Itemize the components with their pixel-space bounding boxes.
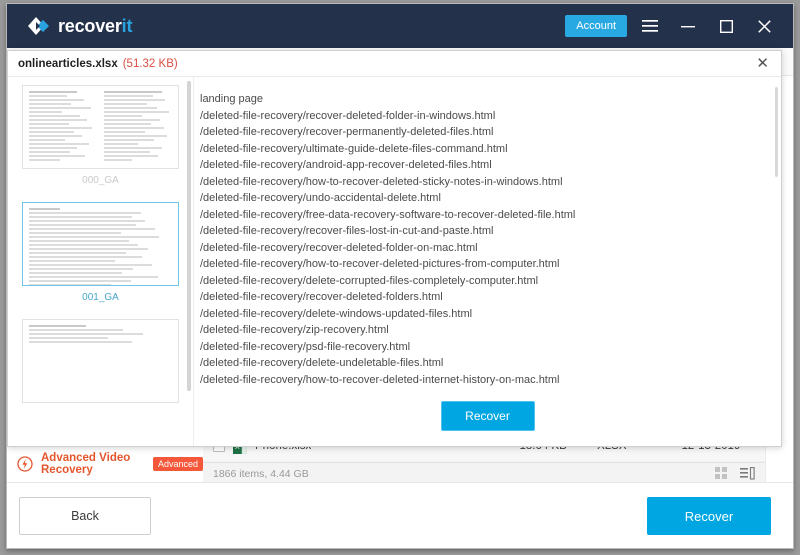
- thumbnail-page-1[interactable]: [22, 202, 179, 286]
- advanced-badge: Advanced: [152, 457, 203, 471]
- bottom-bar: Back Recover: [7, 482, 793, 548]
- account-button[interactable]: Account: [565, 15, 627, 37]
- preview-line: /deleted-file-recovery/recover-deleted-f…: [200, 241, 478, 254]
- status-bar: 1866 items, 4.44 GB: [203, 462, 765, 484]
- preview-line: landing page: [200, 93, 264, 105]
- preview-scrollbar[interactable]: [775, 87, 778, 177]
- thumbnail-scrollbar[interactable]: [187, 81, 191, 391]
- preview-line: /deleted-file-recovery/ultimate-guide-de…: [200, 142, 508, 155]
- preview-line: /deleted-file-recovery/recover-permanent…: [200, 126, 494, 138]
- thumbnail-list: 000_GA 001_GA: [8, 77, 193, 403]
- preview-line: /deleted-file-recovery/free-data-recover…: [200, 208, 576, 221]
- list-view-icon[interactable]: [740, 467, 755, 480]
- advanced-video-recovery-bar[interactable]: Advanced Video Recovery Advanced: [7, 444, 203, 484]
- modal-close-icon[interactable]: ✕: [754, 56, 771, 71]
- modal-file-name: onlinearticles.xlsx: [18, 57, 118, 70]
- preview-line: /deleted-file-recovery/how-to-recover-de…: [200, 175, 563, 188]
- preview-line: /deleted-file-recovery/android-app-recov…: [200, 159, 492, 171]
- thumbnail-page-0[interactable]: [22, 85, 179, 169]
- preview-line: /deleted-file-recovery/recover-files-los…: [200, 225, 494, 237]
- logo-accent: it: [121, 15, 133, 36]
- thumbnail-rail[interactable]: 000_GA 001_GA: [8, 77, 194, 446]
- preview-line: /deleted-file-recovery/how-to-recover-de…: [200, 258, 560, 270]
- title-bar: recoverit Account: [7, 4, 793, 48]
- preview-line: /deleted-file-recovery/zip-recovery.html: [200, 324, 389, 336]
- minimize-icon[interactable]: [673, 11, 703, 41]
- thumbnail-label-1: 001_GA: [82, 292, 119, 303]
- logo-primary: recover: [58, 15, 122, 36]
- thumbnail-page-2[interactable]: [22, 319, 179, 403]
- preview-line: /deleted-file-recovery/recover-deleted-f…: [200, 109, 496, 122]
- modal-body: 000_GA 001_GA landing page /deleted-file…: [8, 77, 781, 446]
- modal-header: onlinearticles.xlsx (51.32 KB) ✕: [8, 51, 781, 77]
- recover-button[interactable]: Recover: [647, 497, 771, 535]
- close-icon[interactable]: [749, 11, 779, 41]
- preview-line: /deleted-file-recovery/delete-corrupted-…: [200, 274, 539, 287]
- recoverit-logo-icon: [25, 13, 51, 39]
- preview-line: /deleted-file-recovery/delete-undeletabl…: [200, 357, 444, 369]
- recoverit-window: recoverit Account 7: [6, 3, 794, 549]
- app-logo: recoverit: [25, 13, 132, 39]
- preview-line: /deleted-file-recovery/recover-deleted-f…: [200, 291, 443, 303]
- modal-recover-button[interactable]: Recover: [440, 401, 535, 431]
- preview-line: /deleted-file-recovery/psd-file-recovery…: [200, 340, 411, 353]
- view-mode-toggles: [715, 467, 765, 480]
- titlebar-controls: Account: [565, 11, 779, 41]
- hamburger-menu-icon[interactable]: [635, 11, 665, 41]
- back-button[interactable]: Back: [19, 497, 151, 535]
- modal-footer: Recover: [194, 386, 781, 446]
- preview-line: /deleted-file-recovery/delete-windows-up…: [200, 307, 473, 320]
- modal-file-size: (51.32 KB): [122, 57, 178, 70]
- file-preview-modal: onlinearticles.xlsx (51.32 KB) ✕ 000_GA …: [7, 50, 782, 447]
- advanced-video-recovery-label: Advanced Video Recovery: [41, 452, 131, 476]
- status-text: 1866 items, 4.44 GB: [213, 467, 309, 480]
- advanced-video-recovery-icon: [17, 456, 33, 472]
- preview-line: /deleted-file-recovery/undo-accidental-d…: [200, 192, 441, 204]
- maximize-icon[interactable]: [711, 11, 741, 41]
- app-logo-text: recoverit: [58, 16, 132, 37]
- grid-view-icon[interactable]: [715, 467, 728, 480]
- thumbnail-label-0: 000_GA: [82, 175, 119, 186]
